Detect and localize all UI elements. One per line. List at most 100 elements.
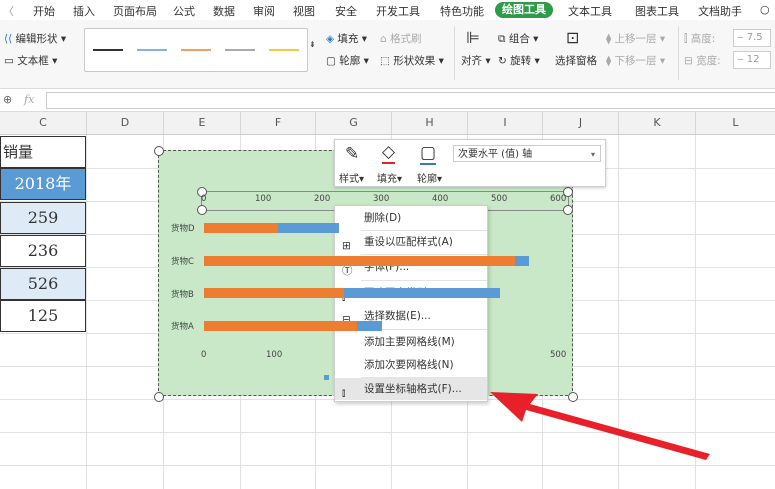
fx-icon[interactable]: fx — [24, 93, 34, 106]
height-field[interactable]: ‒ 7.5 — [733, 29, 771, 47]
ribbon-divider — [454, 26, 455, 80]
group-button[interactable]: ⧉ 组合 ▾ — [498, 31, 538, 46]
table-value-cell[interactable]: 259 — [0, 202, 86, 234]
category-label: 货物B — [171, 290, 194, 300]
menu-item-reset-style[interactable]: ⊞ 重设以匹配样式(A) — [335, 231, 487, 253]
column-header-j[interactable]: J — [543, 112, 619, 134]
menu-item-format-axis[interactable]: ⫾ 设置坐标轴格式(F)... — [335, 378, 487, 400]
textbox-button[interactable]: ▭ 文本框 ▾ — [4, 53, 57, 68]
top-axis-tick: 600 — [550, 194, 567, 204]
line-style-gallery[interactable] — [84, 28, 308, 72]
width-icon: ⊟ — [684, 55, 693, 67]
width-field[interactable]: ‒ 12 — [733, 51, 771, 69]
outline-square-icon[interactable]: ▢ — [420, 143, 437, 165]
fill-button[interactable]: ◈ 填充 ▾ — [326, 31, 367, 46]
edit-shape-icon: ⟨⟨ — [4, 33, 13, 45]
annotation-arrow — [490, 392, 710, 460]
line-style-4[interactable] — [225, 49, 255, 51]
fill-float-button[interactable]: 填充▾ — [377, 170, 402, 185]
height-icon: ⫿ — [684, 33, 688, 45]
menu-start[interactable]: 开始 — [33, 3, 55, 19]
legend-marker[interactable] — [324, 375, 329, 380]
column-header-k[interactable]: K — [619, 112, 696, 134]
outline-float-button[interactable]: 轮廓▾ — [417, 170, 442, 185]
menu-doc-assistant[interactable]: 文档助手 — [698, 3, 742, 19]
column-header-h[interactable]: H — [392, 112, 468, 134]
chart-resize-handle[interactable] — [154, 392, 164, 402]
align-icon: ⊫ — [466, 28, 480, 47]
column-header-i[interactable]: I — [468, 112, 543, 134]
line-style-3[interactable] — [181, 49, 211, 51]
ribbon: ⟨⟨ 编辑形状 ▾ ▭ 文本框 ▾ ⇟ ◈ 填充 ▾ ⌂ 格式刷 ▢ 轮廓 ▾ … — [0, 20, 775, 89]
menu-item-add-minor-gridlines[interactable]: 添加次要网格线(N) — [335, 354, 487, 376]
ribbon-divider — [678, 26, 679, 80]
send-backward-button[interactable]: ⧫ 下移一层 ▾ — [606, 53, 665, 68]
chart-float-toolbar: ✎ ◇ ▢ 样式▾ 填充▾ 轮廓▾ 次要水平 (值) 轴 ▾ — [334, 139, 606, 187]
format-brush-button[interactable]: ⌂ 格式刷 — [380, 31, 422, 46]
line-style-1[interactable] — [93, 49, 123, 51]
menu-insert[interactable]: 插入 — [73, 3, 95, 19]
formula-bar: ⊕ fx — [0, 89, 775, 112]
line-style-2[interactable] — [137, 49, 167, 51]
menu-item-delete[interactable]: 删除(D) — [335, 207, 487, 229]
style-button[interactable]: 样式▾ — [339, 170, 364, 185]
grid-line — [0, 465, 775, 466]
style-brush-icon[interactable]: ✎ — [345, 144, 359, 164]
width-label: ⊟ 宽度: — [684, 55, 721, 67]
outline-icon: ▢ — [326, 55, 336, 67]
chart-bar[interactable] — [204, 223, 278, 233]
menu-view[interactable]: 视图 — [293, 3, 315, 19]
shape-effects-button[interactable]: ⬚ 形状效果 ▾ — [380, 53, 444, 68]
menu-special[interactable]: 特色功能 — [440, 3, 484, 19]
table-value-cell[interactable]: 125 — [0, 300, 86, 332]
chart-bar[interactable] — [204, 321, 358, 331]
menu-drawing-tools[interactable]: 绘图工具 — [495, 2, 553, 18]
table-header-cell[interactable]: 销量 — [0, 136, 86, 168]
search-icon[interactable]: ○ — [760, 3, 770, 16]
table-value-cell[interactable]: 236 — [0, 235, 86, 267]
back-icon[interactable]: 〈 — [3, 3, 14, 19]
menu-formula[interactable]: 公式 — [173, 3, 195, 19]
bottom-axis-tick: 0 — [201, 350, 207, 360]
height-label: ⫿ 高度: — [684, 33, 716, 45]
gallery-scroll-icon[interactable]: ⇟ — [309, 40, 316, 49]
table-year-cell[interactable]: 2018年 — [0, 168, 86, 200]
line-style-5[interactable] — [269, 49, 299, 51]
top-axis-tick: 300 — [373, 194, 390, 204]
column-header-g[interactable]: G — [316, 112, 392, 134]
chart-bar[interactable] — [204, 256, 516, 266]
chart-resize-handle[interactable] — [154, 146, 164, 156]
edit-shape-button[interactable]: ⟨⟨ 编辑形状 ▾ — [4, 31, 66, 46]
fill-bucket-icon[interactable]: ◇ — [382, 142, 396, 164]
axis-handle[interactable] — [563, 205, 573, 215]
menu-security[interactable]: 安全 — [335, 3, 357, 19]
outline-button[interactable]: ▢ 轮廓 ▾ — [326, 53, 369, 68]
column-header-f[interactable]: F — [241, 112, 316, 134]
column-header-c[interactable]: C — [0, 112, 87, 134]
selection-pane-button[interactable]: 选择窗格 — [555, 53, 597, 68]
rotate-button[interactable]: ↻ 旋转 ▾ — [498, 53, 540, 68]
column-headers: C D E F G H I J K L — [0, 112, 775, 135]
formula-input[interactable] — [46, 92, 775, 109]
menu-text-tools[interactable]: 文本工具 — [568, 3, 612, 19]
menu-review[interactable]: 审阅 — [253, 3, 275, 19]
axis-select-dropdown[interactable]: 次要水平 (值) 轴 ▾ — [453, 145, 601, 162]
menu-data[interactable]: 数据 — [213, 3, 235, 19]
table-value-cell[interactable]: 526 — [0, 268, 86, 300]
column-header-e[interactable]: E — [164, 112, 241, 134]
align-button[interactable]: 对齐 ▾ — [461, 53, 491, 68]
format-axis-icon: ⫾ — [342, 387, 346, 399]
chart-bar[interactable] — [204, 288, 344, 298]
axis-handle[interactable] — [197, 205, 207, 215]
column-header-l[interactable]: L — [696, 112, 775, 134]
menu-page-layout[interactable]: 页面布局 — [113, 3, 157, 19]
menu-chart-tools[interactable]: 图表工具 — [635, 3, 679, 19]
menu-dev-tools[interactable]: 开发工具 — [376, 3, 420, 19]
menu-item-add-major-gridlines[interactable]: 添加主要网格线(M) — [335, 331, 487, 353]
column-header-d[interactable]: D — [87, 112, 164, 134]
brush-icon: ⌂ — [380, 33, 387, 45]
group-icon: ⧉ — [498, 33, 506, 45]
zoom-icon[interactable]: ⊕ — [3, 93, 12, 106]
bring-forward-icon: ⧫ — [606, 33, 612, 45]
bring-forward-button[interactable]: ⧫ 上移一层 ▾ — [606, 31, 665, 46]
